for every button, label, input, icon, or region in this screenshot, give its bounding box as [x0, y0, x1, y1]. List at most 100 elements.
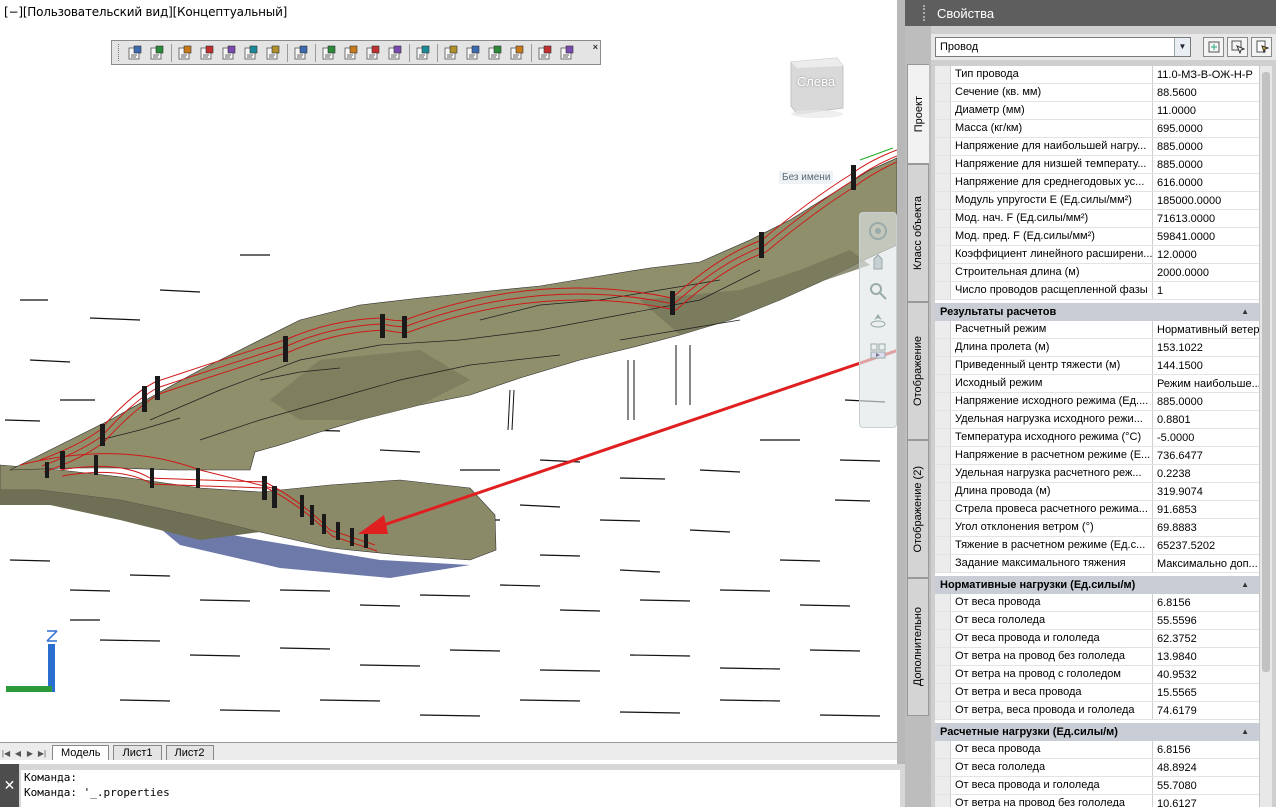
- property-row[interactable]: От веса провода и гололеда 55.7080: [935, 777, 1259, 795]
- property-row[interactable]: От ветра на провод без гололеда 10.6127: [935, 795, 1259, 807]
- property-row[interactable]: Напряжение для наибольшей нагру... 885.00…: [935, 138, 1259, 156]
- tab-project[interactable]: Проект: [907, 64, 929, 164]
- ucs-name-label[interactable]: Без имени: [779, 171, 834, 184]
- property-row[interactable]: Сечение (кв. мм) 88.5600: [935, 84, 1259, 102]
- object-type-select[interactable]: Провод ▼: [935, 37, 1191, 57]
- property-value[interactable]: 695.0000: [1153, 120, 1259, 137]
- property-row[interactable]: От веса провода 6.8156: [935, 741, 1259, 759]
- property-row[interactable]: Масса (кг/км) 695.0000: [935, 120, 1259, 138]
- property-row[interactable]: Задание максимального тяжения Максимально…: [935, 555, 1259, 573]
- tab-display[interactable]: Отображение: [907, 302, 929, 440]
- property-value[interactable]: 59841.0000: [1153, 228, 1259, 245]
- property-row[interactable]: Строительная длина (м) 2000.0000: [935, 264, 1259, 282]
- property-group-header[interactable]: Результаты расчетов ▲: [935, 302, 1259, 321]
- property-row[interactable]: Число проводов расщепленной фазы 1: [935, 282, 1259, 300]
- property-value[interactable]: 6.8156: [1153, 594, 1259, 611]
- toggle-pickadd-button[interactable]: [1203, 37, 1224, 57]
- property-value[interactable]: 55.5596: [1153, 612, 1259, 629]
- property-value[interactable]: 144.1500: [1153, 357, 1259, 374]
- pan-icon[interactable]: [866, 249, 890, 273]
- property-value[interactable]: 185000.0000: [1153, 192, 1259, 209]
- property-value[interactable]: 10.6127: [1153, 795, 1259, 807]
- property-value[interactable]: 153.1022: [1153, 339, 1259, 356]
- property-group-header[interactable]: Нормативные нагрузки (Ед.силы/м) ▲: [935, 575, 1259, 594]
- drawing-viewport[interactable]: [−][Пользовательский вид][Концептуальный…: [0, 0, 897, 742]
- property-value[interactable]: 2000.0000: [1153, 264, 1259, 281]
- property-row[interactable]: Мод. нач. F (Ед.силы/мм²) 71613.0000: [935, 210, 1259, 228]
- export-icon[interactable]: [464, 44, 482, 62]
- tab-object-class[interactable]: Класс объекта: [907, 164, 929, 302]
- palette-title-bar[interactable]: Свойства: [905, 0, 1276, 26]
- property-value[interactable]: 12.0000: [1153, 246, 1259, 263]
- property-row[interactable]: Тип провода 11.0-МЗ-В-ОЖ-Н-Р: [935, 66, 1259, 84]
- viewcube[interactable]: Слева: [787, 56, 845, 118]
- toolbar-grip[interactable]: [118, 44, 122, 61]
- collapse-icon[interactable]: ▲: [1241, 580, 1249, 589]
- property-row[interactable]: От веса гололеда 55.5596: [935, 612, 1259, 630]
- property-value[interactable]: 71613.0000: [1153, 210, 1259, 227]
- floating-toolbar[interactable]: ×: [111, 40, 601, 65]
- chevron-down-icon[interactable]: ▼: [1174, 38, 1190, 56]
- command-line-close-button[interactable]: ✕: [0, 764, 19, 807]
- property-value[interactable]: 74.6179: [1153, 702, 1259, 719]
- property-row[interactable]: От веса гололеда 48.8924: [935, 759, 1259, 777]
- property-value[interactable]: 616.0000: [1153, 174, 1259, 191]
- om-icon[interactable]: [442, 44, 460, 62]
- edit-wire-icon[interactable]: [242, 44, 260, 62]
- property-value[interactable]: 11.0000: [1153, 102, 1259, 119]
- showmotion-icon[interactable]: [866, 339, 890, 363]
- palette-splitter[interactable]: [897, 0, 905, 764]
- terrain-scene[interactable]: [0, 0, 897, 742]
- property-value[interactable]: 69.8883: [1153, 519, 1259, 536]
- property-value[interactable]: Режим наибольше...: [1153, 375, 1259, 392]
- viewport-label[interactable]: [−][Пользовательский вид][Концептуальный…: [4, 5, 287, 19]
- property-row[interactable]: Диаметр (мм) 11.0000: [935, 102, 1259, 120]
- layers-icon[interactable]: [148, 44, 166, 62]
- property-value[interactable]: 91.6853: [1153, 501, 1259, 518]
- property-row[interactable]: Мод. пред. F (Ед.силы/мм²) 59841.0000: [935, 228, 1259, 246]
- property-row[interactable]: Удельная нагрузка расчетного реж... 0.223…: [935, 465, 1259, 483]
- transfer-icon[interactable]: [264, 44, 282, 62]
- property-row[interactable]: Коэффициент линейного расширени... 12.000…: [935, 246, 1259, 264]
- prev-tab-button[interactable]: ◀: [12, 746, 24, 760]
- property-row[interactable]: От ветра на провод с гололедом 40.9532: [935, 666, 1259, 684]
- cube-icon[interactable]: [536, 44, 554, 62]
- property-value[interactable]: 48.8924: [1153, 759, 1259, 776]
- property-row[interactable]: Расчетный режим Нормативный ветер: [935, 321, 1259, 339]
- property-value[interactable]: 6.8156: [1153, 741, 1259, 758]
- property-row[interactable]: От ветра на провод без гололеда 13.9840: [935, 648, 1259, 666]
- property-row[interactable]: Напряжение для среднегодовых ус... 616.00…: [935, 174, 1259, 192]
- property-value[interactable]: 62.3752: [1153, 630, 1259, 647]
- print-icon[interactable]: [414, 44, 432, 62]
- property-value[interactable]: 11.0-МЗ-В-ОЖ-Н-Р: [1153, 66, 1259, 83]
- property-row[interactable]: Длина пролета (м) 153.1022: [935, 339, 1259, 357]
- property-group-header[interactable]: Расчетные нагрузки (Ед.силы/м) ▲: [935, 722, 1259, 741]
- property-value[interactable]: 736.6477: [1153, 447, 1259, 464]
- tab-sheet1[interactable]: Лист1: [113, 745, 162, 760]
- property-row[interactable]: Напряжение в расчетном режиме (Е... 736.6…: [935, 447, 1259, 465]
- property-row[interactable]: Температура исходного режима (°C) -5.0000: [935, 429, 1259, 447]
- orbit-icon[interactable]: [866, 309, 890, 333]
- property-value[interactable]: 0.8801: [1153, 411, 1259, 428]
- steering-wheel-icon[interactable]: [866, 219, 890, 243]
- property-row[interactable]: От веса провода 6.8156: [935, 594, 1259, 612]
- property-row[interactable]: Модуль упругости E (Ед.силы/мм²) 185000.0…: [935, 192, 1259, 210]
- sag-chart-icon[interactable]: [508, 44, 526, 62]
- property-value[interactable]: 885.0000: [1153, 156, 1259, 173]
- chart-icon[interactable]: [486, 44, 504, 62]
- property-row[interactable]: Угол отклонения ветром (°) 69.8883: [935, 519, 1259, 537]
- property-row[interactable]: Приведенный центр тяжести (м) 144.1500: [935, 357, 1259, 375]
- property-value[interactable]: 319.9074: [1153, 483, 1259, 500]
- quick-select-button[interactable]: [1251, 37, 1272, 57]
- toolbar-close-icon[interactable]: ×: [593, 42, 598, 52]
- property-value[interactable]: 1: [1153, 282, 1259, 299]
- property-row[interactable]: Напряжение для низшей температу... 885.00…: [935, 156, 1259, 174]
- table-icon[interactable]: [342, 44, 360, 62]
- calc-icon[interactable]: [364, 44, 382, 62]
- property-value[interactable]: Максимально доп...: [1153, 555, 1259, 572]
- properties-scrollbar[interactable]: [1259, 66, 1272, 807]
- property-row[interactable]: Длина провода (м) 319.9074: [935, 483, 1259, 501]
- tab-model[interactable]: Модель: [52, 745, 110, 760]
- property-value[interactable]: 65237.5202: [1153, 537, 1259, 554]
- edit-line-icon[interactable]: [176, 44, 194, 62]
